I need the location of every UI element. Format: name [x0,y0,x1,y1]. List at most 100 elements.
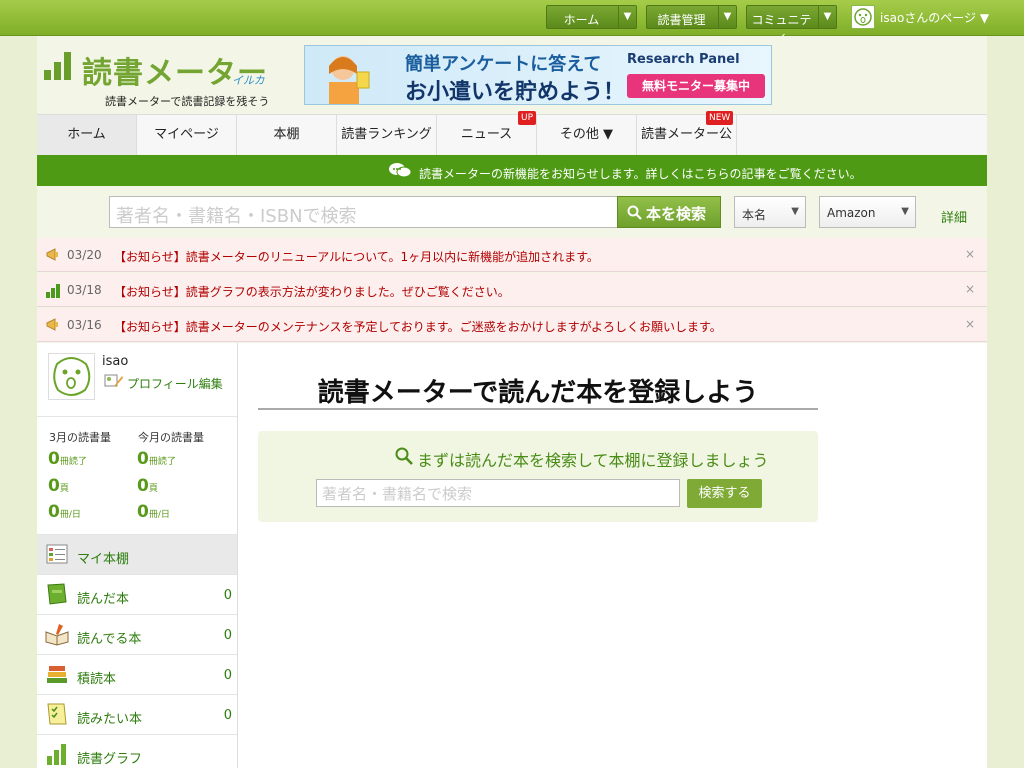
stat-pages: 0頁 [137,476,158,496]
top-home-button[interactable]: ホーム ▼ [546,5,637,29]
stat-per-day: 0冊/日 [137,502,170,522]
stat-unit: 頁 [59,484,69,494]
sidebar-item-count: 0 [223,588,232,603]
chevron-down-icon[interactable]: ▼ [718,6,736,28]
sidebar-item-stacked[interactable]: 積読本 0 [37,654,237,694]
register-search-input[interactable]: 著者名・書籍名で検索 [316,479,680,507]
megaphone-icon [46,248,58,261]
stat-value: 0 [48,449,60,469]
search-icon [627,205,642,220]
profile-avatar-icon[interactable] [48,353,95,400]
chevron-down-icon[interactable]: ▼ [818,6,836,28]
banner-line1: 簡単アンケートに答えて [405,54,602,75]
search-category-value: 本名 [742,208,767,222]
stat-unit: 冊/日 [148,510,170,520]
chevron-down-icon: ▼ [901,206,909,217]
notice-text: 読書メーターの新機能をお知らせします。詳しくはこちらの記事をご覧ください。 [419,167,862,181]
close-icon[interactable]: × [965,317,975,331]
chevron-down-icon: ▼ [791,206,799,217]
stat-pages: 0頁 [48,476,69,496]
stats-col1-header: 3月の読書量 [49,431,111,444]
new-badge: NEW [706,111,734,125]
sidebar-item-read[interactable]: 読んだ本 0 [37,574,237,614]
alert-row[interactable]: 03/18 【お知らせ】読書グラフの表示方法が変わりました。ぜひご覧ください。 … [37,273,987,307]
search-store-select[interactable]: Amazon ▼ [819,196,916,228]
search-store-value: Amazon [827,206,876,220]
sidebar: isao プロフィール編集 3月の読書量 今月の読書量 0冊読了 0頁 0冊/日… [37,343,238,768]
chevron-down-icon[interactable]: ▼ [618,6,636,28]
book-search-input[interactable]: 著者名・書籍名・ISBNで検索 [109,196,619,228]
nav-ranking-label: 読書ランキング [341,127,432,142]
sidebar-item-wishlist[interactable]: 読みたい本 0 [37,694,237,734]
nav-ranking[interactable]: 読書ランキング [337,115,437,155]
speech-bubbles-icon [389,163,412,178]
sidebar-item-label: 読みたい本 [77,712,143,727]
search-panel-heading: まずは読んだ本を検索して本棚に登録しましょう [417,451,769,470]
nav-mypage-label: マイページ [154,127,219,142]
alert-row[interactable]: 03/20 【お知らせ】読書メーターのリニューアルについて。1ヶ月以内に新機能が… [37,238,987,272]
open-book-pen-icon [45,624,69,646]
search-panel [258,431,818,522]
banner-brand: Research Panel [627,52,740,67]
nav-home-label: ホーム [67,127,106,142]
top-home-label: ホーム [563,13,600,27]
search-category-select[interactable]: 本名 ▼ [734,196,806,228]
notice-bar[interactable]: 読書メーターの新機能をお知らせします。詳しくはこちらの記事をご覧ください。 [37,155,987,186]
stat-books-read: 0冊読了 [48,449,87,469]
user-avatar-icon[interactable] [851,5,875,29]
list-icon [46,544,68,564]
advanced-search-link[interactable]: 詳細 [941,207,967,226]
sidebar-item-my-bookshelf[interactable]: マイ本棚 [37,534,237,574]
stat-unit: 冊/日 [59,510,81,520]
nav-mypage[interactable]: マイページ [137,115,237,155]
top-community-button[interactable]: コミュニティ ▼ [746,5,837,44]
green-book-icon [47,583,67,605]
book-stack-icon [47,666,67,683]
sidebar-item-graph[interactable]: 読書グラフ [37,734,237,768]
top-manage-button[interactable]: 読書管理 ▼ [646,5,737,29]
nav-official[interactable]: 読書メーター公式 NEW [637,111,737,182]
stat-per-day: 0冊/日 [48,502,81,522]
stat-books-read: 0冊読了 [137,449,176,469]
user-menu[interactable]: isaoさんのページ ▼ [880,9,989,26]
bar-chart-icon [46,284,60,298]
profile-name: isao [102,354,129,369]
alert-row[interactable]: 03/16 【お知らせ】読書メーターのメンテナンスを予定しております。ご迷惑をお… [37,308,987,342]
sidebar-item-label: 読んでる本 [77,632,142,647]
book-search-button-label: 本を検索 [646,205,707,223]
banner-person-icon [329,56,370,104]
sidebar-item-label: 積読本 [77,672,117,687]
alert-message[interactable]: 【お知らせ】読書メーターのメンテナンスを予定しております。ご迷惑をおかけしますが… [114,318,722,335]
nav-bookshelf[interactable]: 本棚 [237,115,337,155]
close-icon[interactable]: × [965,282,975,296]
nav-news[interactable]: ニュース UP [437,111,537,155]
nav-other-label: その他 ▼ [559,127,614,142]
ad-banner[interactable]: 簡単アンケートに答えて お小遣いを貯めよう！ Research Panel 無料… [304,45,772,105]
register-search-button[interactable]: 検索する [687,479,762,508]
sidebar-item-label: マイ本棚 [77,552,130,567]
edit-profile-link[interactable]: プロフィール編集 [127,375,223,392]
stat-unit: 冊読了 [148,457,176,467]
sidebar-item-label: 読書グラフ [77,752,143,767]
edit-profile-icon [104,374,123,387]
nav-bookshelf-label: 本棚 [273,127,300,142]
alert-message[interactable]: 【お知らせ】読書メーターのリニューアルについて。1ヶ月以内に新機能が追加されます… [114,248,599,265]
banner-cta: 無料モニター募集中 [627,74,765,98]
stat-value: 0 [137,502,149,522]
title-divider [258,408,818,410]
stat-unit: 頁 [148,484,158,494]
nav-news-label: ニュース [460,127,513,142]
alert-message[interactable]: 【お知らせ】読書グラフの表示方法が変わりました。ぜひご覧ください。 [114,283,510,300]
stat-value: 0 [137,449,149,469]
sidebar-item-count: 0 [223,708,232,723]
main-nav: ホーム マイページ 本棚 読書ランキング ニュース UP その他 ▼ 読書メータ… [37,111,987,182]
sidebar-item-count: 0 [223,628,232,643]
alert-date: 03/20 [67,248,102,262]
sidebar-item-reading[interactable]: 読んでる本 0 [37,614,237,654]
nav-home[interactable]: ホーム [37,115,137,155]
sidebar-item-count: 0 [223,668,232,683]
top-manage-label: 読書管理 [657,13,706,27]
book-search-button[interactable]: 本を検索 [617,196,721,228]
close-icon[interactable]: × [965,247,975,261]
nav-other[interactable]: その他 ▼ [537,115,637,155]
